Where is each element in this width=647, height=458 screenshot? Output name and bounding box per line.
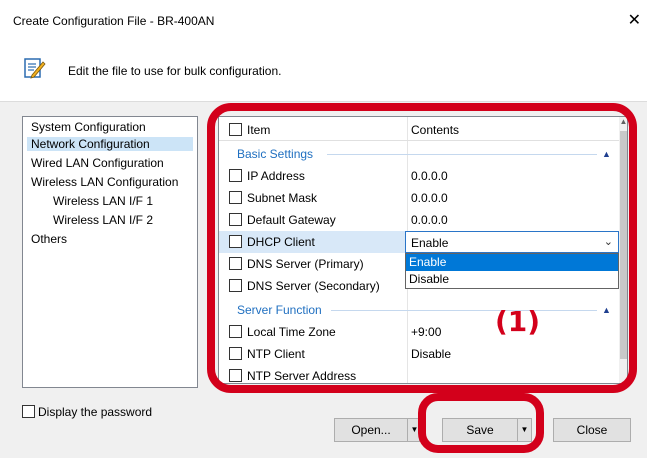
tree-item-network-configuration[interactable]: Network Configuration: [27, 137, 193, 151]
edit-document-icon: [24, 58, 46, 79]
display-password-checkbox[interactable]: Display the password: [22, 405, 152, 419]
window-title: Create Configuration File - BR-400AN: [13, 14, 215, 28]
tree-item-wireless-lan-if-2[interactable]: Wireless LAN I/F 2: [53, 213, 153, 227]
open-button[interactable]: Open... ▼: [334, 418, 420, 442]
close-icon[interactable]: ✕: [628, 10, 641, 30]
annotation-highlight-grid: [207, 103, 637, 393]
annotation-highlight-save: [418, 393, 544, 453]
header-band: Edit the file to use for bulk configurat…: [0, 40, 647, 102]
tree-item-wired-lan-configuration[interactable]: Wired LAN Configuration: [31, 156, 164, 170]
tree-item-wireless-lan-configuration[interactable]: Wireless LAN Configuration: [31, 175, 178, 189]
category-tree: System Configuration Network Configurati…: [22, 116, 198, 388]
close-button-label: Close: [576, 423, 608, 437]
close-button[interactable]: Close: [553, 418, 631, 442]
open-button-label: Open...: [351, 423, 391, 437]
tree-item-wireless-lan-if-1[interactable]: Wireless LAN I/F 1: [53, 194, 153, 208]
tree-item-system-configuration[interactable]: System Configuration: [31, 120, 146, 134]
tree-item-others[interactable]: Others: [31, 232, 67, 246]
header-description: Edit the file to use for bulk configurat…: [68, 64, 282, 78]
display-password-label: Display the password: [38, 405, 153, 419]
annotation-label: (1): [495, 305, 541, 338]
password-checkbox-box[interactable]: [22, 405, 35, 418]
title-bar: Create Configuration File - BR-400AN ✕: [0, 0, 647, 40]
